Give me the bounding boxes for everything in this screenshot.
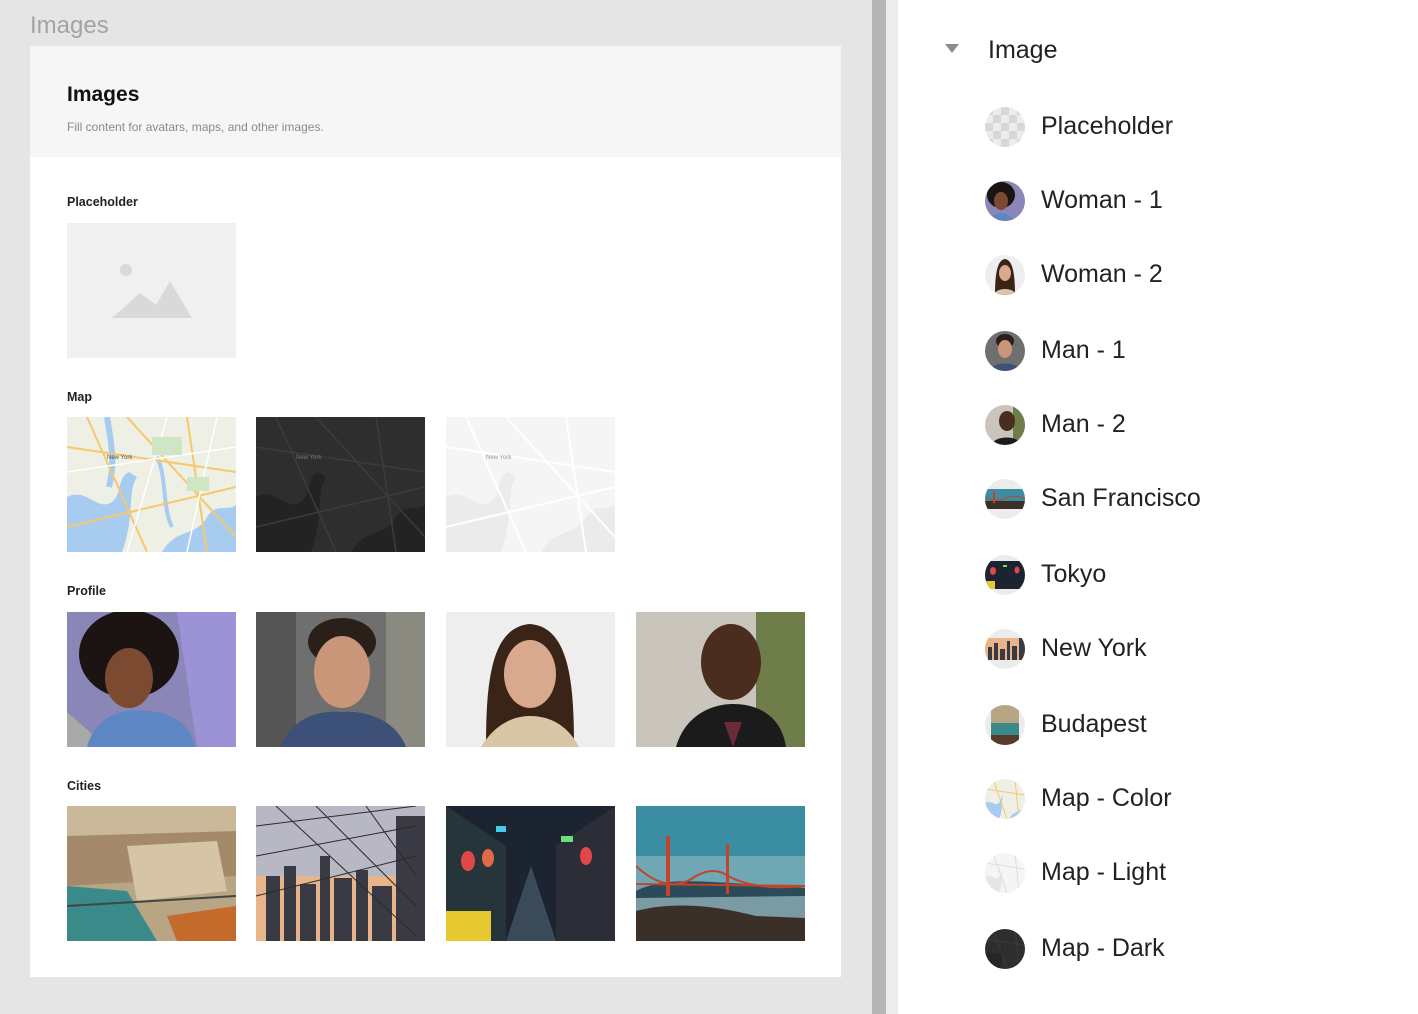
image-option-label: Woman - 1 [1041,186,1163,214]
woman-2-avatar-icon [985,255,1025,295]
image-option-budapest[interactable]: Budapest [978,696,1398,754]
image-option-tokyo[interactable]: Tokyo [978,546,1398,604]
budapest-thumb-icon [985,705,1025,745]
map-color-thumb-icon [985,779,1025,819]
map-dark-image[interactable]: New York [256,417,425,552]
frame-title: Images [67,83,140,106]
image-option-label: Placeholder [1041,112,1174,140]
san-francisco-thumb-icon [985,479,1025,519]
design-canvas[interactable]: Images Images Fill content for avatars, … [0,0,872,1014]
collapse-caret-icon[interactable] [945,44,959,53]
placeholder-image[interactable] [67,223,236,358]
image-option-label: Man - 2 [1041,410,1126,438]
city-san-francisco-image[interactable] [636,806,805,941]
image-option-map-dark[interactable]: Map - Dark [978,920,1398,978]
image-option-man-2[interactable]: Man - 2 [978,396,1398,454]
frame-subtitle: Fill content for avatars, maps, and othe… [67,120,324,134]
group-title[interactable]: Image [988,36,1057,65]
image-option-label: Budapest [1041,710,1147,738]
frame-label[interactable]: Images [30,12,109,40]
image-option-label: Woman - 2 [1041,260,1163,288]
panel-divider-edge [886,0,898,1014]
profile-woman-2-image[interactable] [446,612,615,747]
image-option-label: New York [1041,634,1147,662]
image-option-woman-1[interactable]: Woman - 1 [978,172,1398,230]
image-option-man-1[interactable]: Man - 1 [978,322,1398,380]
new-york-thumb-icon [985,629,1025,669]
map-light-image[interactable]: New York [446,417,615,552]
section-title-profile: Profile [67,584,106,598]
map-light-thumb-icon [985,853,1025,893]
image-option-map-color[interactable]: Map - Color [978,770,1398,828]
profile-woman-1-image[interactable] [67,612,236,747]
image-option-map-light[interactable]: Map - Light [978,844,1398,902]
man-2-avatar-icon [985,405,1025,445]
frame-header: Images Fill content for avatars, maps, a… [30,46,841,157]
profile-man-2-image[interactable] [636,612,805,747]
section-title-map: Map [67,390,92,404]
image-option-new-york[interactable]: New York [978,620,1398,678]
image-option-placeholder[interactable]: Placeholder [978,98,1398,156]
image-option-label: San Francisco [1041,484,1201,512]
image-option-label: Map - Dark [1041,934,1165,962]
image-option-label: Map - Light [1041,858,1167,886]
image-fill-panel: Image Placeholder Woman - 1 Woman - 2 Ma… [898,0,1418,1014]
map-color-image[interactable]: New York [67,417,236,552]
image-option-label: Man - 1 [1041,336,1126,364]
map-color-city-label: New York [107,455,133,461]
map-dark-city-label: New York [296,455,322,461]
map-dark-thumb-icon [985,929,1025,969]
panel-divider[interactable] [872,0,886,1014]
man-1-avatar-icon [985,331,1025,371]
image-option-san-francisco[interactable]: San Francisco [978,470,1398,528]
checkerboard-icon [985,107,1025,147]
city-budapest-image[interactable] [67,806,236,941]
images-frame[interactable]: Images Fill content for avatars, maps, a… [30,46,841,977]
section-title-cities: Cities [67,779,102,793]
map-light-city-label: New York [486,455,512,461]
tokyo-thumb-icon [985,555,1025,595]
image-option-woman-2[interactable]: Woman - 2 [978,246,1398,304]
image-option-label: Tokyo [1041,560,1107,588]
image-option-label: Map - Color [1041,784,1172,812]
profile-man-1-image[interactable] [256,612,425,747]
city-new-york-image[interactable] [256,806,425,941]
woman-1-avatar-icon [985,181,1025,221]
city-tokyo-image[interactable] [446,806,615,941]
section-title-placeholder: Placeholder [67,195,138,209]
